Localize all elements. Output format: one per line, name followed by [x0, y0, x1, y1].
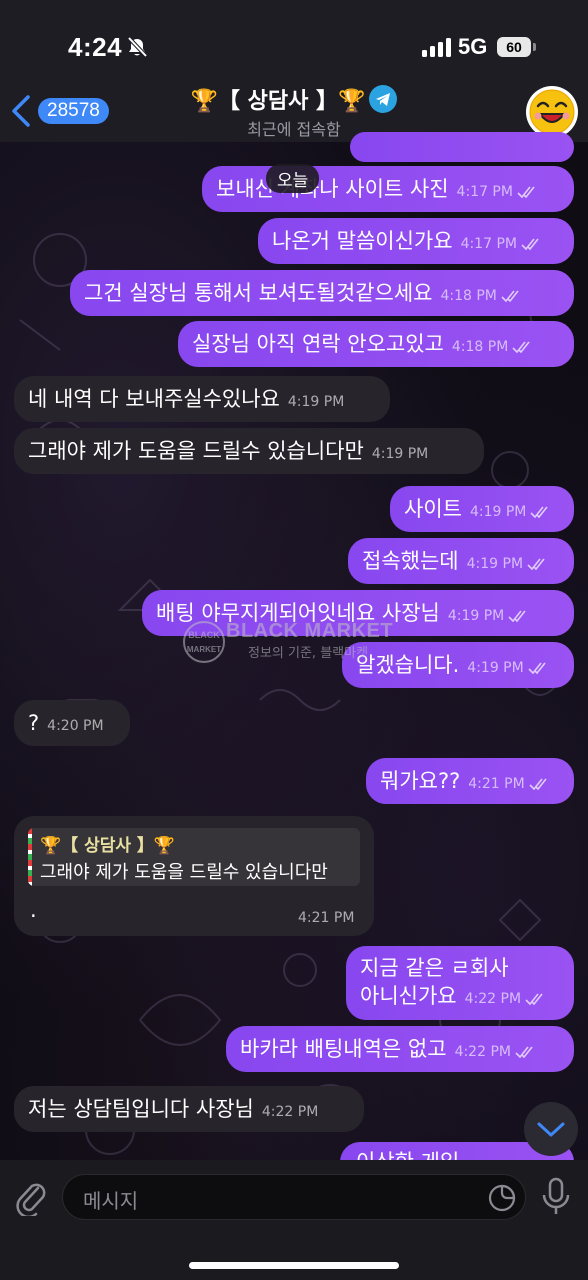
avatar[interactable]	[526, 86, 578, 138]
message-bubble-outgoing[interactable]: 바카라 배팅내역은 없고 4:22 PM	[226, 1026, 574, 1072]
message-text-line1: 지금 같은 ㄹ회사	[360, 956, 509, 980]
message-time: 4:17 PM	[456, 184, 513, 200]
message-time: 4:17 PM	[460, 236, 517, 252]
message-text: 바카라 배팅내역은 없고	[240, 1037, 447, 1061]
sticker-icon[interactable]	[487, 1183, 517, 1213]
message-placeholder: 메시지	[83, 1189, 139, 1213]
message-time: 4:22 PM	[261, 1104, 319, 1120]
message-bubble-outgoing[interactable]: 지금 같은 ㄹ회사 아니신가요 4:22 PM	[346, 946, 574, 1020]
date-separator: 오늘	[266, 164, 320, 193]
network-type: 5G	[458, 34, 488, 59]
message-bubble-incoming[interactable]: ? 4:20 PM	[14, 700, 130, 746]
quoted-text: 그래야 제가 도움을 드릴수 있습니다만	[40, 862, 328, 883]
message-bubble-outgoing[interactable]: 접속했는데 4:19 PM	[348, 538, 574, 584]
message-bubble-partial[interactable]	[350, 132, 574, 162]
message-text: 네 내역 다 보내주실수있나요	[28, 387, 280, 411]
status-bar: 4:24 5G 60	[0, 0, 588, 80]
message-time: 4:20 PM	[47, 718, 104, 734]
status-time: 4:24	[68, 32, 123, 62]
message-text: 실장님 아직 연락 안오고있고	[192, 332, 444, 356]
double-check-icon	[515, 1046, 533, 1059]
message-text: 그건 실장님 통해서 보셔도될것같으세요	[84, 281, 433, 305]
message-text: .	[30, 898, 37, 922]
message-text: 보내신 계좌나 사이트 사진	[216, 177, 449, 201]
message-time: 4:19 PM	[371, 446, 429, 462]
message-text: 나온거 말씀이신가요	[272, 229, 453, 253]
message-text: 저는 상담팀입니다 사장님	[28, 1097, 254, 1121]
message-bubble-outgoing[interactable]: 보내신 계좌나 사이트 사진 4:17 PM	[202, 166, 574, 212]
message-time: 4:18 PM	[451, 339, 509, 355]
signal-icon	[422, 38, 451, 57]
watermark-subtitle: 정보의 기준, 블랙마켓	[248, 646, 369, 661]
svg-text:MARKET: MARKET	[187, 645, 221, 654]
message-text: 접속했는데	[362, 549, 459, 573]
double-check-icon	[508, 610, 526, 623]
home-indicator	[189, 1262, 399, 1269]
message-time: 4:19 PM	[287, 394, 345, 410]
double-check-icon	[517, 186, 535, 199]
message-text-line2: 아니신가요	[360, 984, 457, 1008]
message-time: 4:19 PM	[469, 504, 527, 520]
message-text: 사이트	[404, 497, 462, 521]
message-time: 4:21 PM	[468, 776, 525, 792]
double-check-icon	[512, 341, 530, 354]
chat-title-area[interactable]: 🏆【 상담사 】🏆	[0, 83, 588, 115]
double-check-icon	[528, 662, 546, 675]
message-bubble-outgoing[interactable]: 실장님 아직 연락 안오고있고 4:18 PM	[178, 321, 574, 367]
message-text: 뭐가요??	[380, 769, 461, 793]
double-check-icon	[501, 290, 519, 303]
double-check-icon	[529, 778, 547, 791]
message-text: ?	[28, 711, 40, 735]
message-bubble-outgoing[interactable]: 그건 실장님 통해서 보셔도될것같으세요 4:18 PM	[70, 270, 574, 316]
message-bubble-outgoing[interactable]: 뭐가요?? 4:21 PM	[366, 758, 574, 804]
message-bubble-incoming[interactable]: 네 내역 다 보내주실수있나요 4:19 PM	[14, 376, 390, 422]
quoted-author: 🏆【 상담사 】🏆	[40, 836, 176, 856]
silent-bell-icon	[127, 36, 148, 58]
message-bubble-incoming[interactable]: 저는 상담팀입니다 사장님 4:22 PM	[14, 1086, 364, 1132]
double-check-icon	[521, 238, 539, 251]
message-time: 4:19 PM	[447, 608, 505, 624]
battery-icon: 60	[497, 37, 531, 57]
battery-tip	[533, 43, 536, 51]
message-input[interactable]: 메시지	[62, 1174, 526, 1220]
watermark-logo: BLACK MARKET	[183, 621, 225, 663]
input-bar: 메시지	[0, 1160, 588, 1280]
smiley-avatar-icon	[529, 89, 575, 135]
message-time: 4:22 PM	[454, 1044, 511, 1060]
message-time: 4:21 PM	[298, 910, 355, 926]
attachment-icon[interactable]	[14, 1178, 48, 1216]
message-bubble-outgoing[interactable]: 나온거 말씀이신가요 4:17 PM	[258, 218, 574, 264]
microphone-icon[interactable]	[540, 1176, 572, 1218]
watermark: BLACK MARKET BLACK MARKET 정보의 기준, 블랙마켓	[182, 618, 412, 668]
chevron-down-icon	[537, 1122, 565, 1137]
message-time: 4:19 PM	[466, 556, 524, 572]
double-check-icon	[527, 558, 545, 571]
telegram-verified-icon	[369, 85, 398, 113]
watermark-title: BLACK MARKET	[226, 620, 394, 642]
message-time: 4:19 PM	[467, 660, 524, 676]
scroll-down-button[interactable]	[524, 1102, 578, 1156]
message-bubble-outgoing[interactable]: 사이트 4:19 PM	[390, 486, 574, 532]
message-bubble-incoming[interactable]: 그래야 제가 도움을 드릴수 있습니다만 4:19 PM	[14, 428, 484, 474]
svg-text:BLACK: BLACK	[188, 630, 220, 640]
chat-title: 🏆【 상담사 】🏆	[190, 89, 366, 114]
quoted-reply[interactable]: 🏆【 상담사 】🏆 그래야 제가 도움을 드릴수 있습니다만	[28, 828, 360, 886]
message-time: 4:22 PM	[464, 991, 522, 1007]
double-check-icon	[525, 993, 543, 1006]
message-text: 그래야 제가 도움을 드릴수 있습니다만	[28, 439, 364, 463]
double-check-icon	[530, 506, 549, 519]
quote-bar	[28, 828, 32, 886]
message-time: 4:18 PM	[440, 288, 497, 304]
